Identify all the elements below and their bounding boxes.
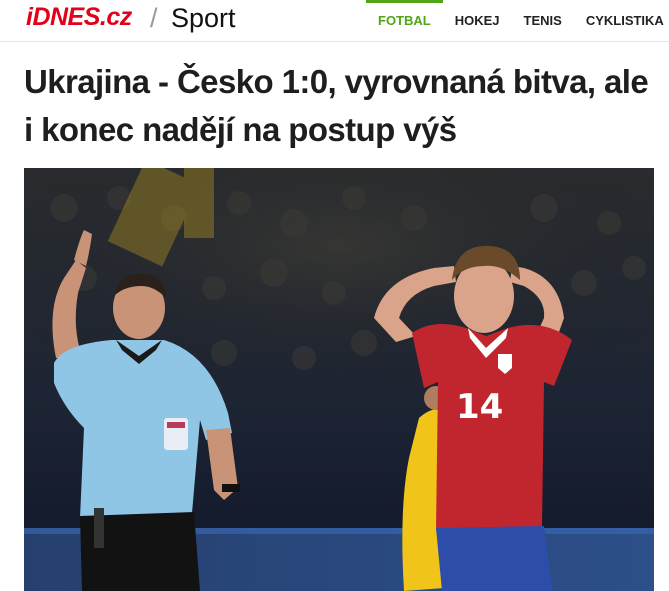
article-headline[interactable]: Ukrajina - Česko 1:0, vyrovnaná bitva, a… xyxy=(24,58,654,154)
jersey-number: 14 xyxy=(456,387,503,427)
nav-item-fotbal[interactable]: FOTBAL xyxy=(366,0,443,42)
top-bar: iDNES.cz / Sport FOTBAL HOKEJ TENIS CYKL… xyxy=(0,0,669,42)
nav-item-tenis[interactable]: TENIS xyxy=(512,0,574,42)
nav-item-hokej[interactable]: HOKEJ xyxy=(443,0,512,42)
nav-item-cyklistika[interactable]: CYKLISTIKA xyxy=(574,0,669,42)
article-photo[interactable]: 14 xyxy=(24,168,654,591)
section-title[interactable]: Sport xyxy=(171,3,236,34)
sport-nav: FOTBAL HOKEJ TENIS CYKLISTIKA xyxy=(366,0,669,42)
idnes-logo[interactable]: iDNES.cz xyxy=(26,3,132,32)
breadcrumb-separator: / xyxy=(150,3,158,33)
